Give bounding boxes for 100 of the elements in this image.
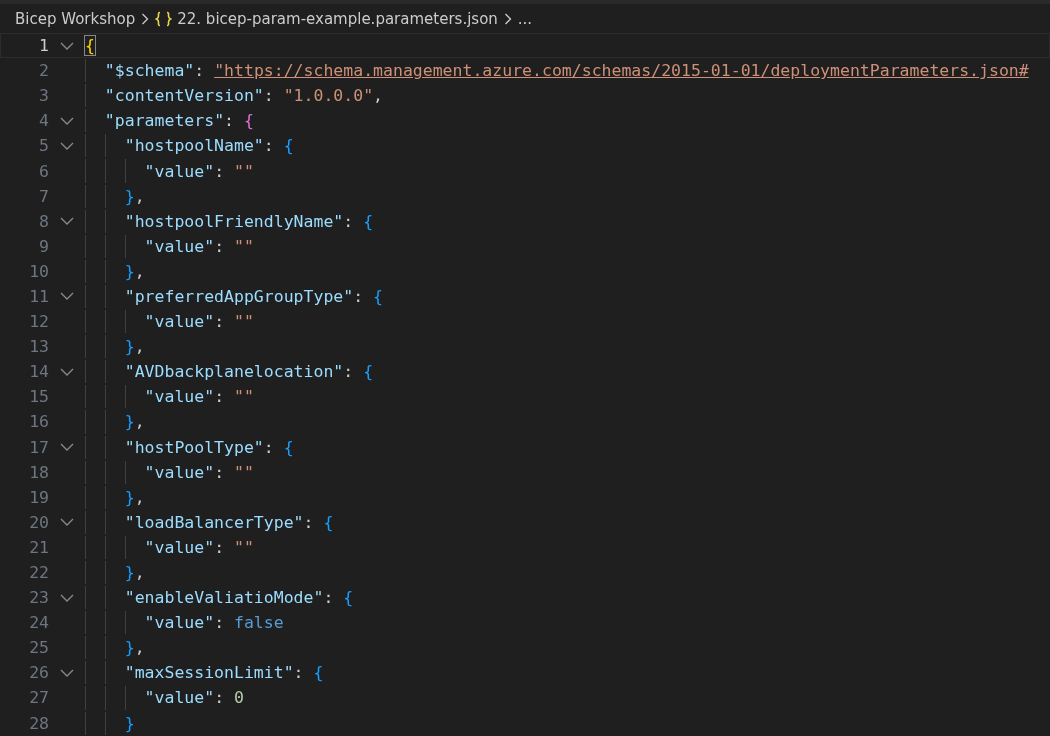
line-number: 8 — [38, 211, 49, 231]
line-number: 25 — [28, 638, 49, 658]
brace: { — [323, 512, 334, 532]
brace: } — [124, 337, 135, 357]
punctuation: : — [214, 161, 226, 181]
line-number: 1 — [38, 36, 49, 56]
chevron-down-icon[interactable] — [60, 217, 74, 226]
line-number: 11 — [28, 287, 49, 306]
chevron-down-icon[interactable] — [60, 41, 74, 50]
punctuation: : — [194, 61, 206, 81]
chevron-down-icon[interactable] — [60, 367, 74, 376]
chevron-down-icon[interactable] — [60, 141, 74, 150]
punctuation: : — [343, 362, 355, 382]
json-key: "preferredAppGroupType" — [124, 287, 354, 306]
punctuation: , — [134, 412, 145, 432]
line-number: 28 — [28, 713, 49, 733]
brace: { — [243, 111, 254, 131]
breadcrumb-item[interactable]: Bicep Workshop — [15, 9, 136, 28]
url-link[interactable]: "https://schema.management.azure.com/schemas/2015-01-01/deploymentParameters.json# — [214, 61, 1029, 81]
json-key: "value" — [144, 688, 215, 708]
brace: } — [124, 563, 135, 582]
line-number: 6 — [38, 161, 49, 181]
json-key: "maxSessionLimit" — [124, 663, 294, 683]
punctuation: : — [224, 111, 235, 131]
breadcrumb-item[interactable]: ... — [517, 9, 533, 28]
punctuation: , — [373, 86, 384, 106]
json-key: "value" — [144, 387, 215, 407]
punctuation: : — [263, 86, 275, 106]
punctuation: , — [134, 337, 145, 357]
json-key: "hostPoolType" — [124, 437, 264, 457]
string-value: "" — [234, 236, 254, 256]
json-key: "AVDbackplanelocation" — [124, 362, 344, 382]
string-value: "" — [234, 161, 254, 181]
brace: { — [373, 287, 383, 306]
json-key: "$schema" — [104, 61, 195, 81]
curly-braces-icon — [155, 10, 173, 27]
line-number: 21 — [28, 537, 49, 557]
chevron-down-icon[interactable] — [60, 116, 74, 125]
brace: } — [124, 412, 135, 432]
punctuation: : — [214, 387, 226, 407]
punctuation: : — [323, 588, 335, 608]
punctuation: : — [343, 211, 355, 231]
line-number: 15 — [28, 387, 49, 407]
json-key: "value" — [144, 462, 215, 482]
json-key: "value" — [144, 161, 215, 181]
line-number: 9 — [38, 236, 49, 256]
line-number: 26 — [28, 663, 49, 683]
punctuation: , — [134, 638, 145, 658]
json-key: "contentVersion" — [104, 86, 264, 106]
boolean-value: false — [234, 613, 284, 633]
punctuation: , — [134, 186, 145, 206]
chevron-down-icon[interactable] — [60, 443, 74, 452]
punctuation: : — [214, 613, 226, 633]
chevron-down-icon[interactable] — [60, 518, 74, 527]
brace: { — [363, 211, 374, 231]
json-key: "loadBalancerType" — [124, 512, 304, 532]
punctuation: : — [263, 136, 275, 156]
line-number: 3 — [38, 86, 49, 106]
line-number: 20 — [28, 512, 49, 532]
chevron-down-icon[interactable] — [60, 292, 74, 301]
string-value: "" — [234, 387, 254, 407]
punctuation: : — [214, 688, 226, 708]
punctuation: : — [303, 512, 315, 532]
string-value: "" — [234, 312, 254, 332]
string-value: "1.0.0.0" — [283, 86, 374, 106]
breadcrumb-item[interactable]: 22. bicep-param-example.parameters.json — [155, 9, 498, 28]
chevron-down-icon[interactable] — [60, 668, 74, 677]
line-number: 17 — [28, 437, 49, 457]
brace: } — [124, 487, 135, 507]
punctuation: , — [134, 261, 145, 281]
brace: { — [363, 362, 374, 382]
punctuation: : — [214, 537, 226, 557]
punctuation: : — [214, 462, 226, 482]
punctuation: : — [293, 663, 305, 683]
number-value: 0 — [234, 688, 244, 708]
punctuation: : — [353, 287, 365, 306]
json-key: "value" — [144, 537, 215, 557]
brace: { — [283, 136, 294, 156]
punctuation: , — [134, 563, 145, 582]
brace: { — [85, 36, 95, 56]
line-number: 16 — [28, 412, 49, 432]
json-key: "hostpoolFriendlyName" — [124, 211, 344, 231]
line-number: 14 — [28, 362, 49, 382]
chevron-right-icon — [503, 12, 512, 25]
line-number: 19 — [28, 487, 49, 507]
json-key: "hostpoolName" — [124, 136, 264, 156]
brace: } — [124, 713, 135, 733]
line-number: 5 — [38, 136, 49, 156]
line-number: 24 — [28, 613, 49, 633]
line-number: 18 — [28, 462, 49, 482]
chevron-down-icon[interactable] — [60, 593, 74, 602]
line-number: 27 — [28, 688, 49, 708]
line-number: 23 — [28, 588, 49, 608]
punctuation: : — [214, 312, 226, 332]
line-number: 2 — [38, 61, 49, 81]
brace: { — [343, 588, 354, 608]
line-number: 10 — [28, 261, 49, 281]
string-value: "" — [234, 537, 254, 557]
brace: { — [313, 663, 324, 683]
line-number: 7 — [38, 186, 49, 206]
